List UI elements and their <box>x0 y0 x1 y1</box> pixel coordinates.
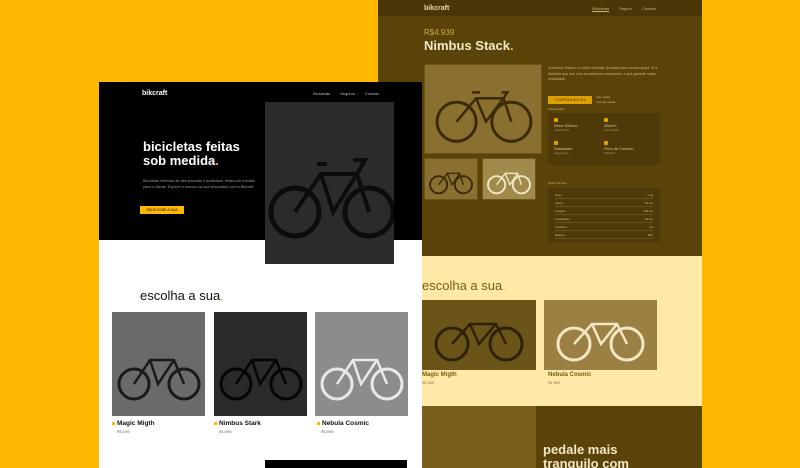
nav-link-contato[interactable]: Contato <box>642 6 656 11</box>
product-main-photo <box>424 64 542 154</box>
hero-text: Bicicletas elétricas de alta precisão e … <box>143 179 255 189</box>
bike-card-image[interactable] <box>112 312 205 416</box>
bike-card-price: R$ 4999 <box>219 430 232 434</box>
info-label: Informações <box>548 107 565 111</box>
section-heading: escolha a sua. <box>140 288 224 303</box>
nav-link-bicicletas[interactable]: Bicicletas <box>592 6 609 11</box>
bike-card-image[interactable] <box>422 300 536 370</box>
hero-bike-photo <box>265 102 396 264</box>
product-page-preview: bikcraft Bicicletas Seguro Contato R$4.9… <box>378 0 702 468</box>
spec-row: Câmbios 21 <box>555 223 653 231</box>
info-item: 40km/h Velocidade <box>604 118 654 137</box>
footer-heading: pedale mais tranquilo com <box>543 442 629 468</box>
section-heading: escolha a sua. <box>422 278 506 293</box>
spec-row: Largura 160 cm <box>555 207 653 215</box>
product-description: A Nimbus Stack é a melhor bikcraft, já c… <box>548 66 658 81</box>
info-item: Fibra de Carbono Material <box>604 141 654 160</box>
buy-notes: frete grátis entrega rápida <box>596 95 616 104</box>
nav-link-contato[interactable]: Contato <box>365 91 379 96</box>
tracker-icon <box>554 141 558 145</box>
spec-table: Peso 7 kg Altura 80 cm Largura 160 cm Veloc… <box>548 188 660 242</box>
buy-button[interactable]: COMPRAR AGORA <box>548 96 592 104</box>
bike-card-name[interactable]: Nebula Cosmic <box>317 420 369 427</box>
spec-row: Velocidade 40 km <box>555 215 653 223</box>
hero-heading: bicicletas feitas sob medida. <box>143 139 240 168</box>
info-item: Motor Elétrico Assistência <box>554 118 604 137</box>
hero-cta-button[interactable]: SELECIONE A SUA <box>140 206 184 214</box>
motor-icon <box>554 118 558 122</box>
home-page-preview: bikcraft Bicicletas Seguros Contato bici… <box>99 82 422 468</box>
bike-card-price: R$ 3999 <box>548 381 561 385</box>
spec-row: Peso 7 kg <box>555 191 653 199</box>
bike-card-price: R$ 2499 <box>117 430 130 434</box>
product-title: Nimbus Stack. <box>424 38 514 53</box>
spec-row: Altura 80 cm <box>555 199 653 207</box>
bike-card-price: R$ 3999 <box>321 430 334 434</box>
nav-link-seguros[interactable]: Seguros <box>340 91 355 96</box>
bike-card-name[interactable]: Magic Migth <box>422 372 457 378</box>
bike-card-image[interactable] <box>214 312 307 416</box>
bike-card-name[interactable]: Nebula Cosmic <box>548 372 591 378</box>
product-thumb-2[interactable] <box>482 158 536 200</box>
bike-card-image[interactable] <box>315 312 408 416</box>
footer-banner <box>265 460 407 468</box>
spec-row: Bateria 60h <box>555 231 653 239</box>
carbon-icon <box>604 141 608 145</box>
nav-link-seguro[interactable]: Seguro <box>619 6 632 11</box>
bike-card-image[interactable] <box>544 300 657 370</box>
spec-label: Ficha Técnica <box>548 181 567 185</box>
logo[interactable]: bikcraft <box>424 5 449 12</box>
product-nav: bikcraft Bicicletas Seguro Contato <box>378 0 702 16</box>
product-price: R$4.939 <box>424 28 455 37</box>
logo[interactable]: bikcraft <box>142 90 167 97</box>
nav-link-bicicletas[interactable]: Bicicletas <box>313 91 330 96</box>
bike-card-name[interactable]: Nimbus Stark <box>214 420 261 427</box>
speed-icon <box>604 118 608 122</box>
info-item: Rastreador Segurança <box>554 141 604 160</box>
bike-card-price: R$ 2499 <box>422 381 435 385</box>
info-grid: Motor Elétrico Assistência 40km/h Velocida… <box>548 113 660 165</box>
product-thumb-1[interactable] <box>424 158 478 200</box>
bike-card-name[interactable]: Magic Migth <box>112 420 155 427</box>
main-nav: Bicicletas Seguros Contato <box>313 91 379 96</box>
footer-banner-image <box>422 406 536 468</box>
